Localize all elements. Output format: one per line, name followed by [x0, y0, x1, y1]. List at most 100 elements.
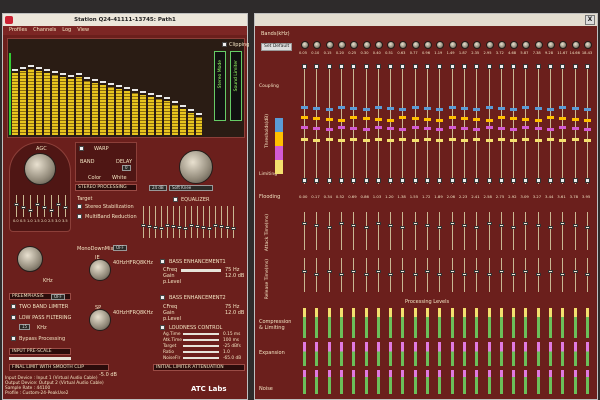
coupling-checkbox[interactable] — [302, 64, 307, 69]
release-thumb[interactable] — [388, 273, 394, 276]
limiting-checkbox[interactable] — [523, 178, 529, 183]
loudness-row-slider[interactable] — [183, 339, 219, 341]
threshold-blue[interactable] — [571, 107, 579, 110]
band-knob[interactable] — [547, 41, 555, 49]
threshold-yellow[interactable] — [313, 117, 321, 120]
threshold-cream[interactable] — [485, 139, 493, 142]
loudness-row-slider[interactable] — [183, 357, 219, 359]
agc-slider-thumb[interactable] — [14, 203, 19, 206]
threshold-pink[interactable] — [313, 127, 321, 130]
release-thumb[interactable] — [314, 273, 320, 276]
threshold-yellow[interactable] — [374, 118, 382, 121]
attack-thumb[interactable] — [523, 222, 529, 225]
coupling-checkbox[interactable] — [338, 64, 344, 69]
input-prescale-slider[interactable] — [9, 357, 71, 360]
release-thumb[interactable] — [584, 273, 590, 276]
threshold-pink[interactable] — [534, 127, 542, 130]
coupling-checkbox[interactable] — [326, 64, 332, 69]
threshold-yellow[interactable] — [362, 117, 370, 120]
threshold-yellow[interactable] — [583, 119, 591, 122]
attack-thumb[interactable] — [474, 226, 480, 229]
limiting-checkbox[interactable] — [375, 178, 381, 183]
band-knob[interactable] — [571, 41, 580, 49]
threshold-blue[interactable] — [313, 107, 321, 110]
limiting-checkbox[interactable] — [511, 178, 517, 183]
threshold-pink[interactable] — [350, 127, 358, 130]
delay-value[interactable]: 0 — [122, 165, 131, 171]
release-thumb[interactable] — [412, 273, 418, 276]
release-thumb[interactable] — [548, 270, 553, 273]
threshold-pink[interactable] — [583, 128, 591, 131]
sp-knob[interactable] — [89, 309, 111, 331]
threshold-blue[interactable] — [399, 108, 407, 111]
attack-thumb[interactable] — [400, 226, 406, 229]
threshold-pink[interactable] — [411, 126, 419, 129]
threshold-yellow[interactable] — [424, 118, 431, 121]
threshold-yellow[interactable] — [497, 116, 505, 119]
threshold-cream[interactable] — [460, 139, 468, 142]
eq-slider-thumb[interactable] — [147, 225, 152, 228]
coupling-checkbox[interactable] — [486, 64, 492, 69]
agc-mode[interactable]: Soft Knee — [169, 185, 213, 191]
threshold-pink[interactable] — [460, 127, 468, 130]
threshold-blue[interactable] — [559, 106, 567, 109]
eq-slider-thumb[interactable] — [153, 226, 158, 229]
threshold-cream[interactable] — [473, 138, 481, 141]
release-thumb[interactable] — [326, 270, 332, 273]
threshold-yellow[interactable] — [559, 117, 567, 120]
coupling-checkbox[interactable] — [314, 64, 320, 69]
warp-checkbox[interactable] — [79, 146, 84, 151]
threshold-yellow[interactable] — [522, 118, 530, 121]
eq-slider-thumb[interactable] — [189, 224, 194, 227]
threshold-blue[interactable] — [448, 106, 456, 109]
threshold-cream[interactable] — [424, 138, 431, 141]
coupling-checkbox[interactable] — [535, 64, 541, 69]
limiting-checkbox[interactable] — [302, 178, 307, 183]
attack-thumb[interactable] — [363, 226, 369, 229]
attack-thumb[interactable] — [461, 224, 467, 227]
threshold-yellow[interactable] — [337, 119, 345, 122]
eq-slider-thumb[interactable] — [165, 224, 170, 227]
threshold-pink[interactable] — [522, 126, 530, 129]
threshold-cream[interactable] — [399, 138, 407, 141]
coupling-checkbox[interactable] — [461, 64, 467, 69]
release-thumb[interactable] — [560, 273, 566, 276]
threshold-blue[interactable] — [301, 106, 308, 109]
threshold-cream[interactable] — [362, 139, 370, 142]
attack-thumb[interactable] — [326, 226, 332, 229]
attack-thumb[interactable] — [486, 222, 492, 225]
band-knob[interactable] — [436, 41, 445, 49]
threshold-pink[interactable] — [337, 126, 345, 129]
attack-thumb[interactable] — [437, 226, 443, 229]
threshold-yellow[interactable] — [571, 118, 579, 121]
band-knob[interactable] — [387, 41, 396, 49]
threshold-blue[interactable] — [387, 107, 395, 110]
band-knob[interactable] — [559, 41, 568, 49]
threshold-pink[interactable] — [485, 126, 493, 129]
threshold-pink[interactable] — [301, 126, 308, 129]
agc-slider-thumb[interactable] — [49, 209, 54, 212]
threshold-blue[interactable] — [436, 108, 444, 111]
threshold-yellow[interactable] — [547, 116, 554, 119]
threshold-blue[interactable] — [497, 107, 505, 110]
limiting-checkbox[interactable] — [572, 178, 578, 183]
attack-thumb[interactable] — [535, 224, 541, 227]
threshold-yellow[interactable] — [534, 119, 542, 122]
agc-slider-thumb[interactable] — [28, 209, 33, 212]
threshold-cream[interactable] — [387, 139, 395, 142]
threshold-cream[interactable] — [571, 138, 579, 141]
limiting-checkbox[interactable] — [449, 178, 455, 183]
band-knob[interactable] — [301, 41, 309, 49]
attack-thumb[interactable] — [338, 222, 344, 225]
release-thumb[interactable] — [338, 273, 344, 276]
coupling-checkbox[interactable] — [523, 64, 529, 69]
threshold-cream[interactable] — [522, 138, 530, 141]
limiting-checkbox[interactable] — [388, 178, 394, 183]
eq-slider-thumb[interactable] — [219, 225, 224, 228]
threshold-cream[interactable] — [350, 138, 358, 141]
band-knob[interactable] — [362, 41, 371, 49]
limiting-checkbox[interactable] — [584, 178, 590, 183]
release-thumb[interactable] — [351, 270, 357, 273]
threshold-cream[interactable] — [497, 138, 505, 141]
eq-slider-thumb[interactable] — [141, 224, 146, 227]
